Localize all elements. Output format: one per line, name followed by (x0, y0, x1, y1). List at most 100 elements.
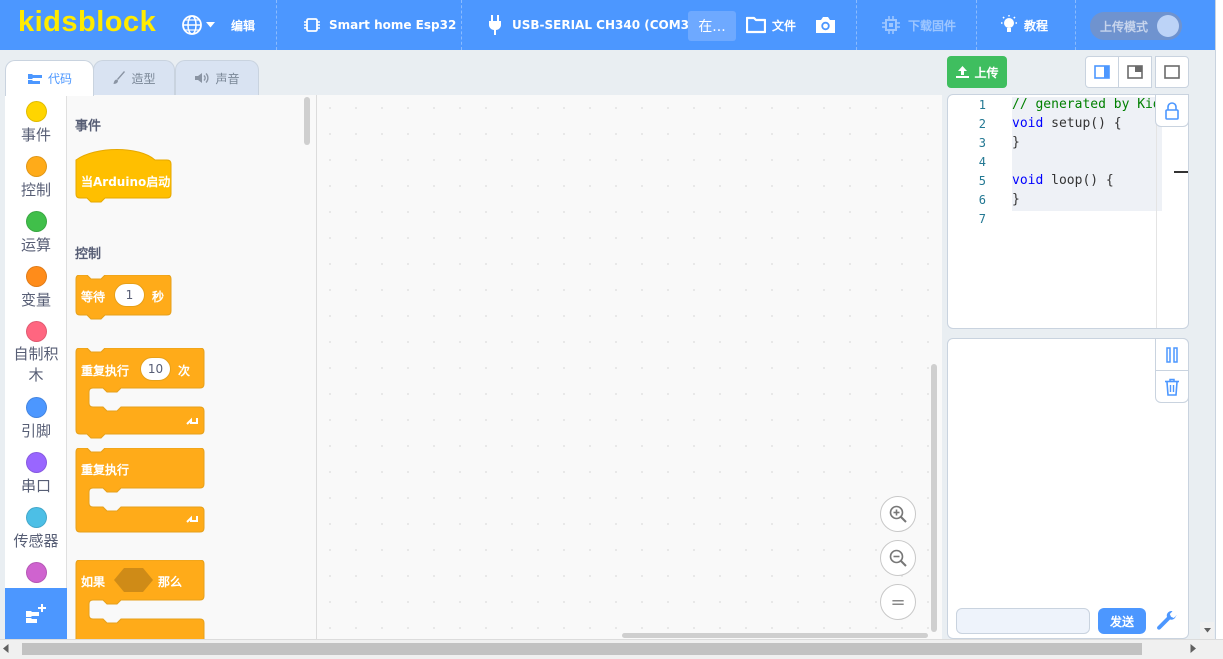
port-selector[interactable]: USB-SERIAL CH340 (COM3) (487, 0, 695, 50)
tab-code[interactable]: 代码 (5, 60, 94, 96)
serial-monitor (947, 338, 1189, 639)
category-variables[interactable]: 变量 (5, 266, 67, 310)
trash-icon (1164, 378, 1180, 396)
edit-menu[interactable]: 编辑 (231, 0, 255, 50)
category-label: 传感器 (13, 532, 59, 550)
upload-icon (955, 65, 970, 79)
connection-status-button[interactable]: 在... (688, 11, 736, 41)
category-events[interactable]: 事件 (5, 101, 67, 145)
file-menu[interactable]: 文件 (746, 0, 796, 50)
block-palette: 事件 当Arduino启动 控制 等待 1 秒 重复执行 10 次 重复执行 如… (67, 95, 317, 639)
globe-icon (181, 14, 203, 36)
scroll-right-arrow-icon[interactable] (1190, 644, 1196, 653)
lock-code-button[interactable] (1155, 94, 1189, 127)
device-name: Smart home Esp32 (329, 18, 457, 32)
category-color-dot (25, 321, 47, 342)
zoom-out-icon (888, 548, 908, 568)
block-if-then[interactable] (75, 560, 207, 639)
edit-menu-label: 编辑 (231, 18, 256, 33)
clear-serial-button[interactable] (1155, 370, 1189, 403)
pause-serial-button[interactable] (1155, 338, 1189, 371)
download-firmware-button[interactable]: 下载固件 (881, 0, 956, 50)
category-color-dot (25, 507, 47, 528)
scroll-left-arrow-icon[interactable] (3, 644, 9, 653)
workspace-horizontal-scrollbar[interactable] (622, 633, 928, 638)
palette-heading-events: 事件 (75, 119, 102, 134)
lightbulb-icon (1000, 15, 1018, 35)
scroll-thumb[interactable] (22, 643, 1142, 655)
block-label: 如果 (81, 575, 106, 589)
app-logo[interactable]: kidsblock (18, 6, 156, 39)
chip-icon (881, 15, 901, 35)
top-menu-bar: kidsblock 编辑 Smart home Esp32 USB-SERIAL… (0, 0, 1215, 50)
download-firmware-label: 下载固件 (908, 18, 957, 33)
serial-send-input[interactable] (956, 608, 1090, 634)
file-menu-label: 文件 (772, 18, 797, 33)
layout-sidebar-icon (1094, 65, 1110, 79)
divider (856, 0, 857, 50)
code-editor[interactable]: 1 // generated by Kid 2 void setup() { 3… (947, 94, 1189, 329)
palette-heading-control: 控制 (75, 247, 102, 262)
divider (1075, 0, 1076, 50)
category-operators[interactable]: 运算 (5, 211, 67, 255)
category-more[interactable] (5, 562, 67, 585)
layout-split-button[interactable] (1085, 56, 1119, 88)
divider (276, 0, 277, 50)
brush-icon (112, 71, 126, 85)
tab-sounds[interactable]: 声音 (175, 60, 259, 95)
line-number: 4 (978, 155, 986, 169)
port-name: USB-SERIAL CH340 (COM3) (512, 18, 695, 32)
page-horizontal-scrollbar[interactable] (0, 639, 1223, 659)
layout-full-icon (1164, 65, 1180, 79)
category-color-dot (25, 397, 47, 418)
tutorial-button[interactable]: 教程 (1000, 0, 1048, 50)
category-color-dot (25, 452, 47, 473)
tab-costumes[interactable]: 造型 (93, 60, 175, 95)
zoom-reset-label: = (890, 591, 906, 613)
category-serial[interactable]: 串口 (5, 452, 67, 496)
code-blocks-icon (27, 73, 43, 85)
category-label: 串口 (20, 477, 51, 495)
screenshot-button[interactable] (815, 0, 836, 50)
toggle-knob (1157, 15, 1179, 37)
block-label: 秒 (152, 290, 165, 304)
device-selector[interactable]: Smart home Esp32 (303, 0, 456, 50)
pause-icon (1165, 346, 1179, 363)
serial-settings-button[interactable] (1154, 607, 1180, 635)
divider (976, 0, 977, 50)
repeat-count-input[interactable]: 10 (140, 357, 171, 381)
line-number: 7 (978, 212, 986, 226)
layout-full-button[interactable] (1155, 56, 1189, 88)
category-control[interactable]: 控制 (5, 156, 67, 200)
category-my-blocks[interactable]: 自制积木 (5, 321, 67, 386)
script-workspace[interactable] (317, 95, 942, 639)
divider (461, 0, 462, 50)
camera-icon (815, 16, 836, 34)
overview-ruler-mark (1174, 171, 1188, 173)
add-extension-button[interactable] (5, 588, 67, 639)
workspace-vertical-scrollbar[interactable] (931, 364, 937, 632)
page-scroll-down-button[interactable] (1200, 622, 1214, 639)
layout-small-stage-button[interactable] (1118, 56, 1152, 88)
plug-icon (487, 14, 503, 36)
upload-button[interactable]: 上传 (947, 56, 1007, 88)
tab-code-label: 代码 (47, 72, 72, 86)
wait-seconds-input[interactable]: 1 (114, 283, 145, 307)
category-sensors[interactable]: 传感器 (5, 507, 67, 551)
code-line: void loop() { (1012, 173, 1114, 188)
block-label: 重复执行 (81, 463, 130, 477)
send-button[interactable]: 发送 (1098, 608, 1146, 634)
category-menu: 事件 控制 运算 变量 自制积木 引脚 串口 传感器 (5, 95, 67, 639)
zoom-in-button[interactable] (880, 496, 916, 532)
palette-scrollbar[interactable] (304, 97, 310, 145)
category-color-dot (25, 211, 47, 232)
upload-mode-toggle[interactable]: 上传模式 (1090, 12, 1182, 40)
category-pins[interactable]: 引脚 (5, 397, 67, 441)
zoom-reset-button[interactable]: = (880, 584, 916, 620)
speaker-icon (194, 72, 210, 84)
chip-icon (303, 16, 321, 34)
code-line: // generated by Kid (1012, 97, 1161, 112)
zoom-out-button[interactable] (880, 540, 916, 576)
language-menu[interactable] (181, 0, 215, 50)
line-number: 1 (978, 98, 986, 112)
